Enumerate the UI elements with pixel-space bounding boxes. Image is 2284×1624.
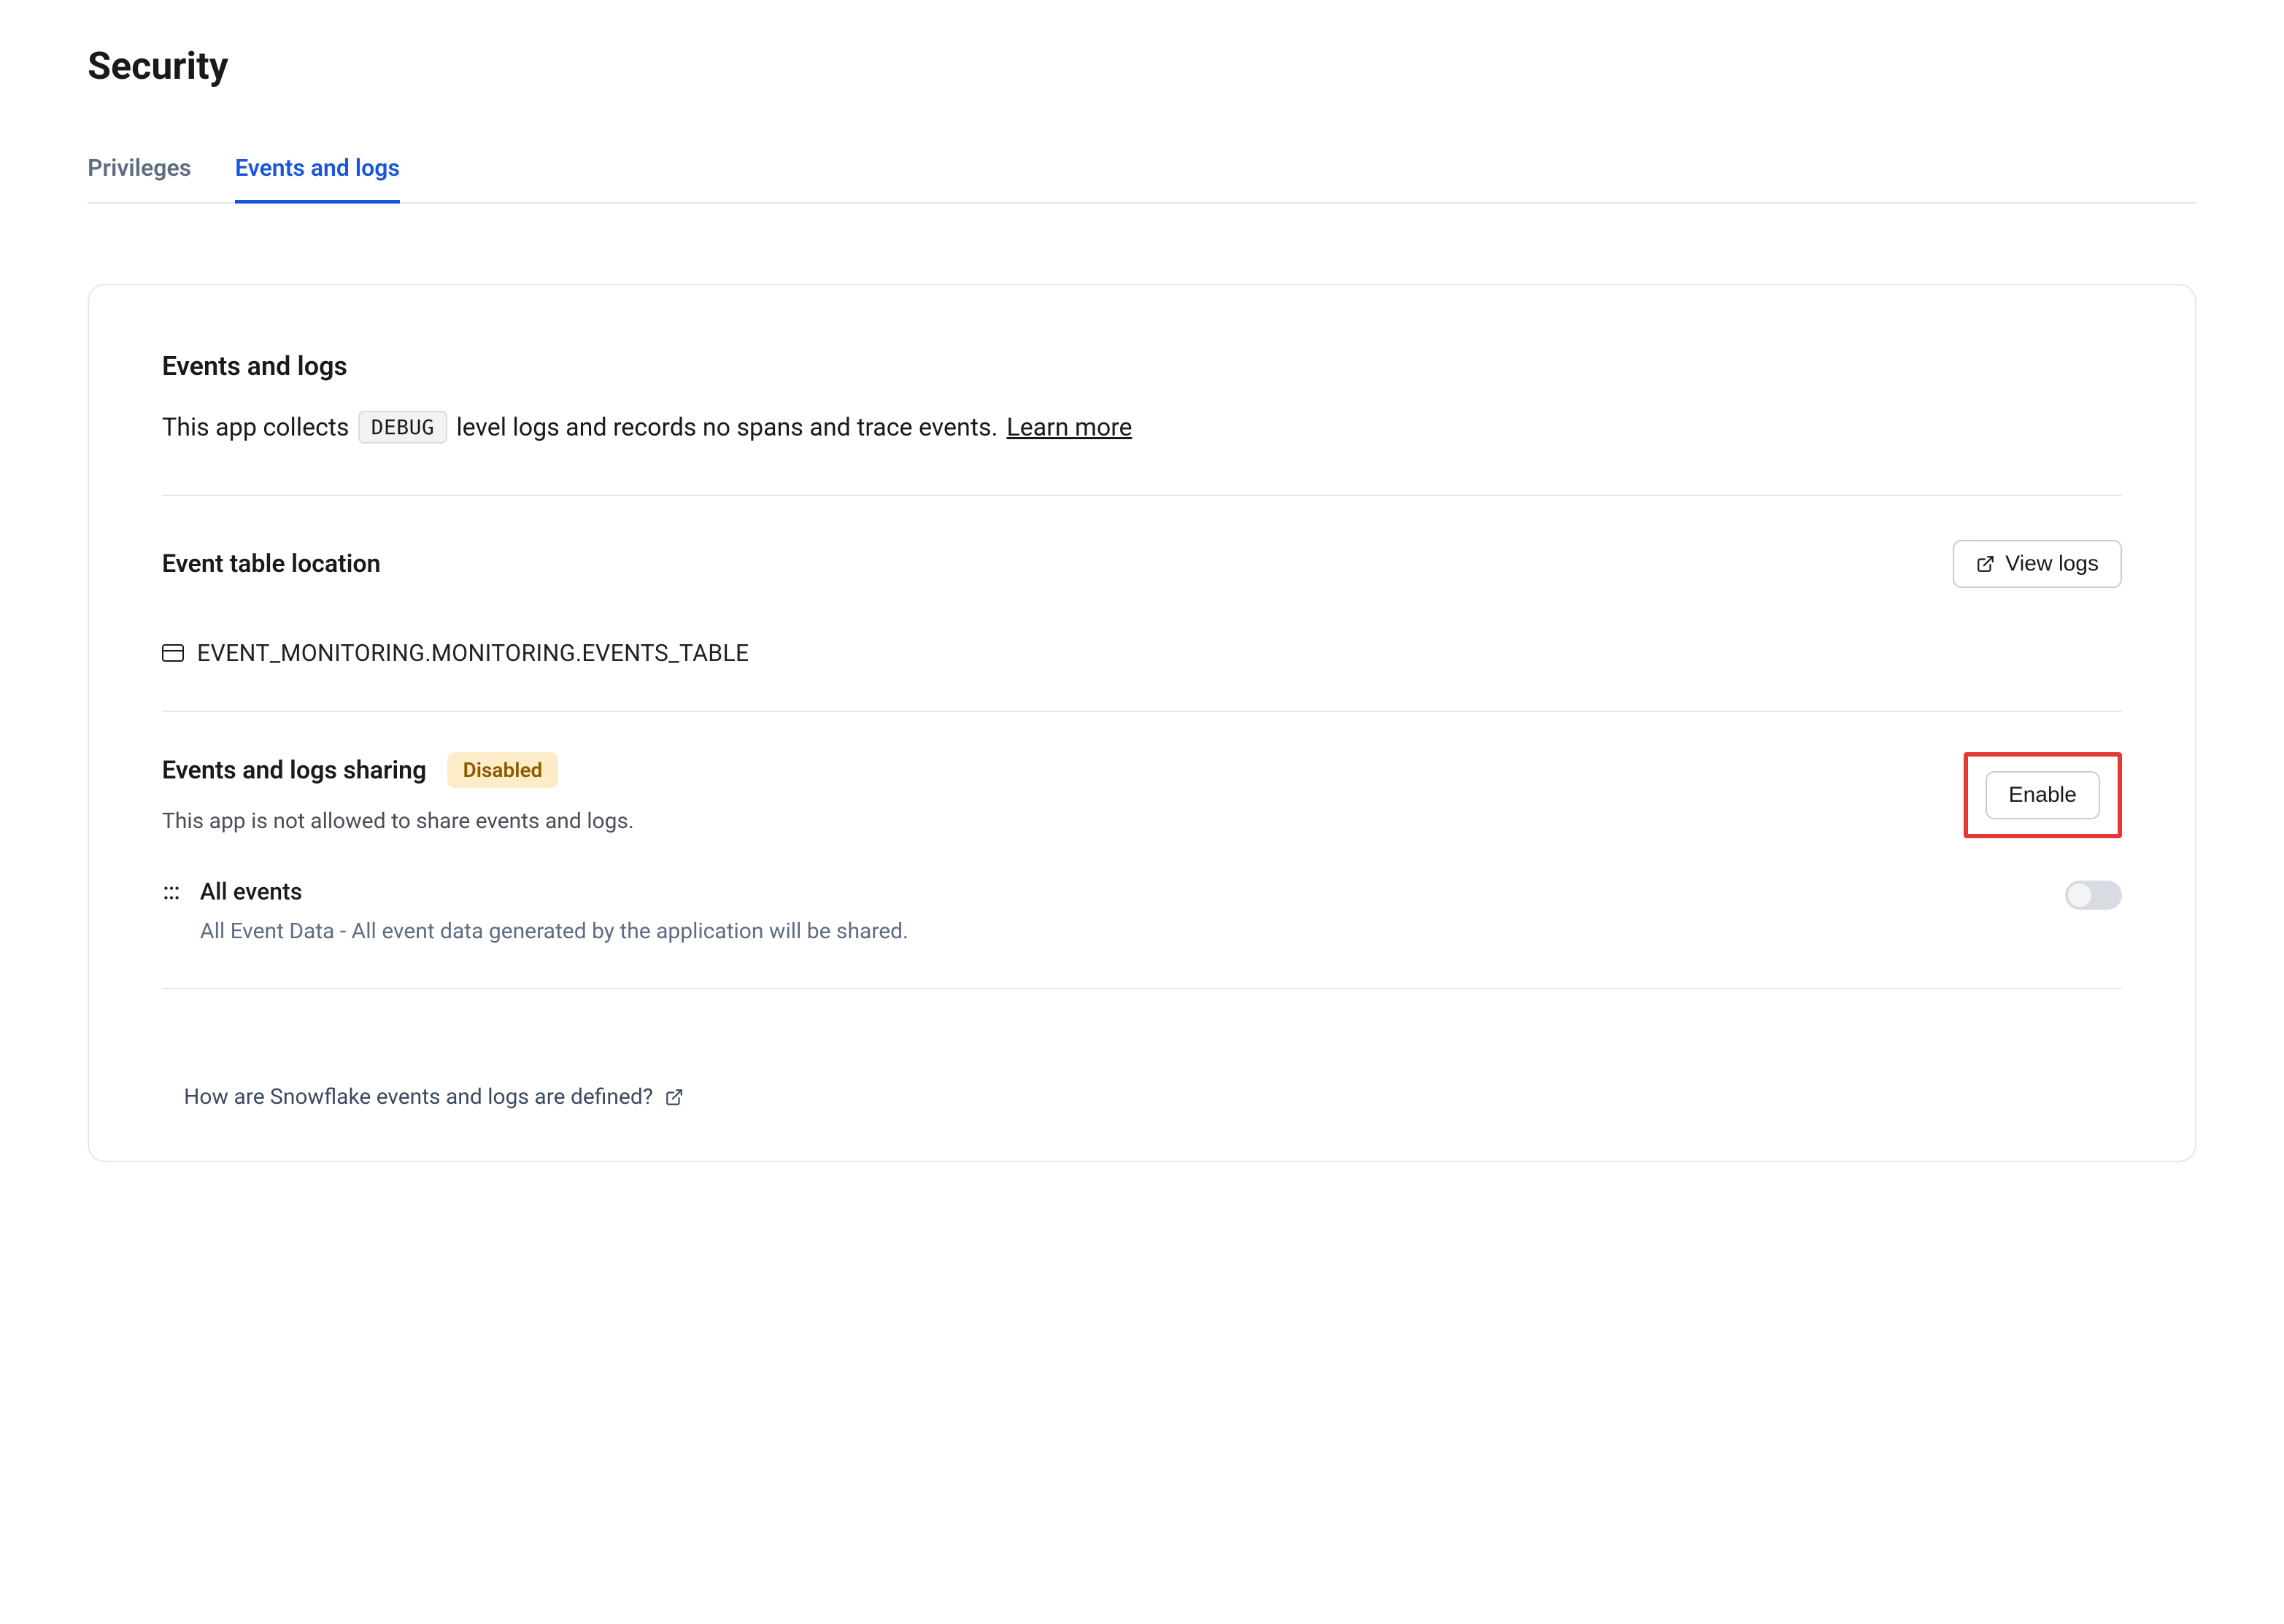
external-link-icon: [665, 1088, 684, 1107]
all-events-row: All events All Event Data - All event da…: [162, 878, 2122, 944]
log-level-chip: DEBUG: [358, 411, 448, 444]
view-logs-button[interactable]: View logs: [1953, 540, 2122, 588]
all-events-toggle[interactable]: [2065, 881, 2122, 910]
external-link-icon: [1976, 554, 1995, 573]
learn-more-link[interactable]: Learn more: [1006, 413, 1132, 442]
sharing-header: Events and logs sharing Disabled This ap…: [162, 712, 2122, 878]
page-title: Security: [88, 44, 2196, 88]
desc-prefix: This app collects: [162, 413, 350, 442]
event-table-path: EVENT_MONITORING.MONITORING.EVENTS_TABLE: [197, 639, 749, 667]
drag-handle-icon: [162, 883, 181, 902]
tab-events-and-logs[interactable]: Events and logs: [235, 154, 400, 202]
sharing-description: This app is not allowed to share events …: [162, 808, 634, 834]
events-logs-card: Events and logs This app collects DEBUG …: [88, 284, 2196, 1162]
enable-button[interactable]: Enable: [1986, 771, 2100, 819]
help-link[interactable]: How are Snowflake events and logs are de…: [184, 1040, 684, 1110]
sharing-title: Events and logs sharing: [162, 756, 427, 785]
divider: [162, 988, 2122, 989]
events-logs-description: This app collects DEBUG level logs and r…: [162, 411, 2122, 444]
tab-privileges[interactable]: Privileges: [88, 154, 191, 202]
table-icon: [162, 644, 184, 662]
enable-button-label: Enable: [2009, 783, 2077, 808]
status-badge: Disabled: [447, 752, 559, 788]
events-logs-heading: Events and logs: [162, 351, 2122, 382]
help-link-label: How are Snowflake events and logs are de…: [184, 1084, 653, 1110]
event-table-location-row: Event table location View logs: [162, 496, 2122, 588]
enable-button-highlight: Enable: [1964, 752, 2122, 838]
all-events-subtitle: All Event Data - All event data generate…: [200, 919, 908, 944]
view-logs-label: View logs: [2005, 552, 2099, 576]
all-events-title: All events: [200, 878, 908, 905]
event-table-location-title: Event table location: [162, 549, 381, 579]
event-table-location-value: EVENT_MONITORING.MONITORING.EVENTS_TABLE: [162, 639, 2122, 667]
tabs: Privileges Events and logs: [88, 154, 2196, 204]
desc-suffix: level logs and records no spans and trac…: [456, 413, 998, 442]
